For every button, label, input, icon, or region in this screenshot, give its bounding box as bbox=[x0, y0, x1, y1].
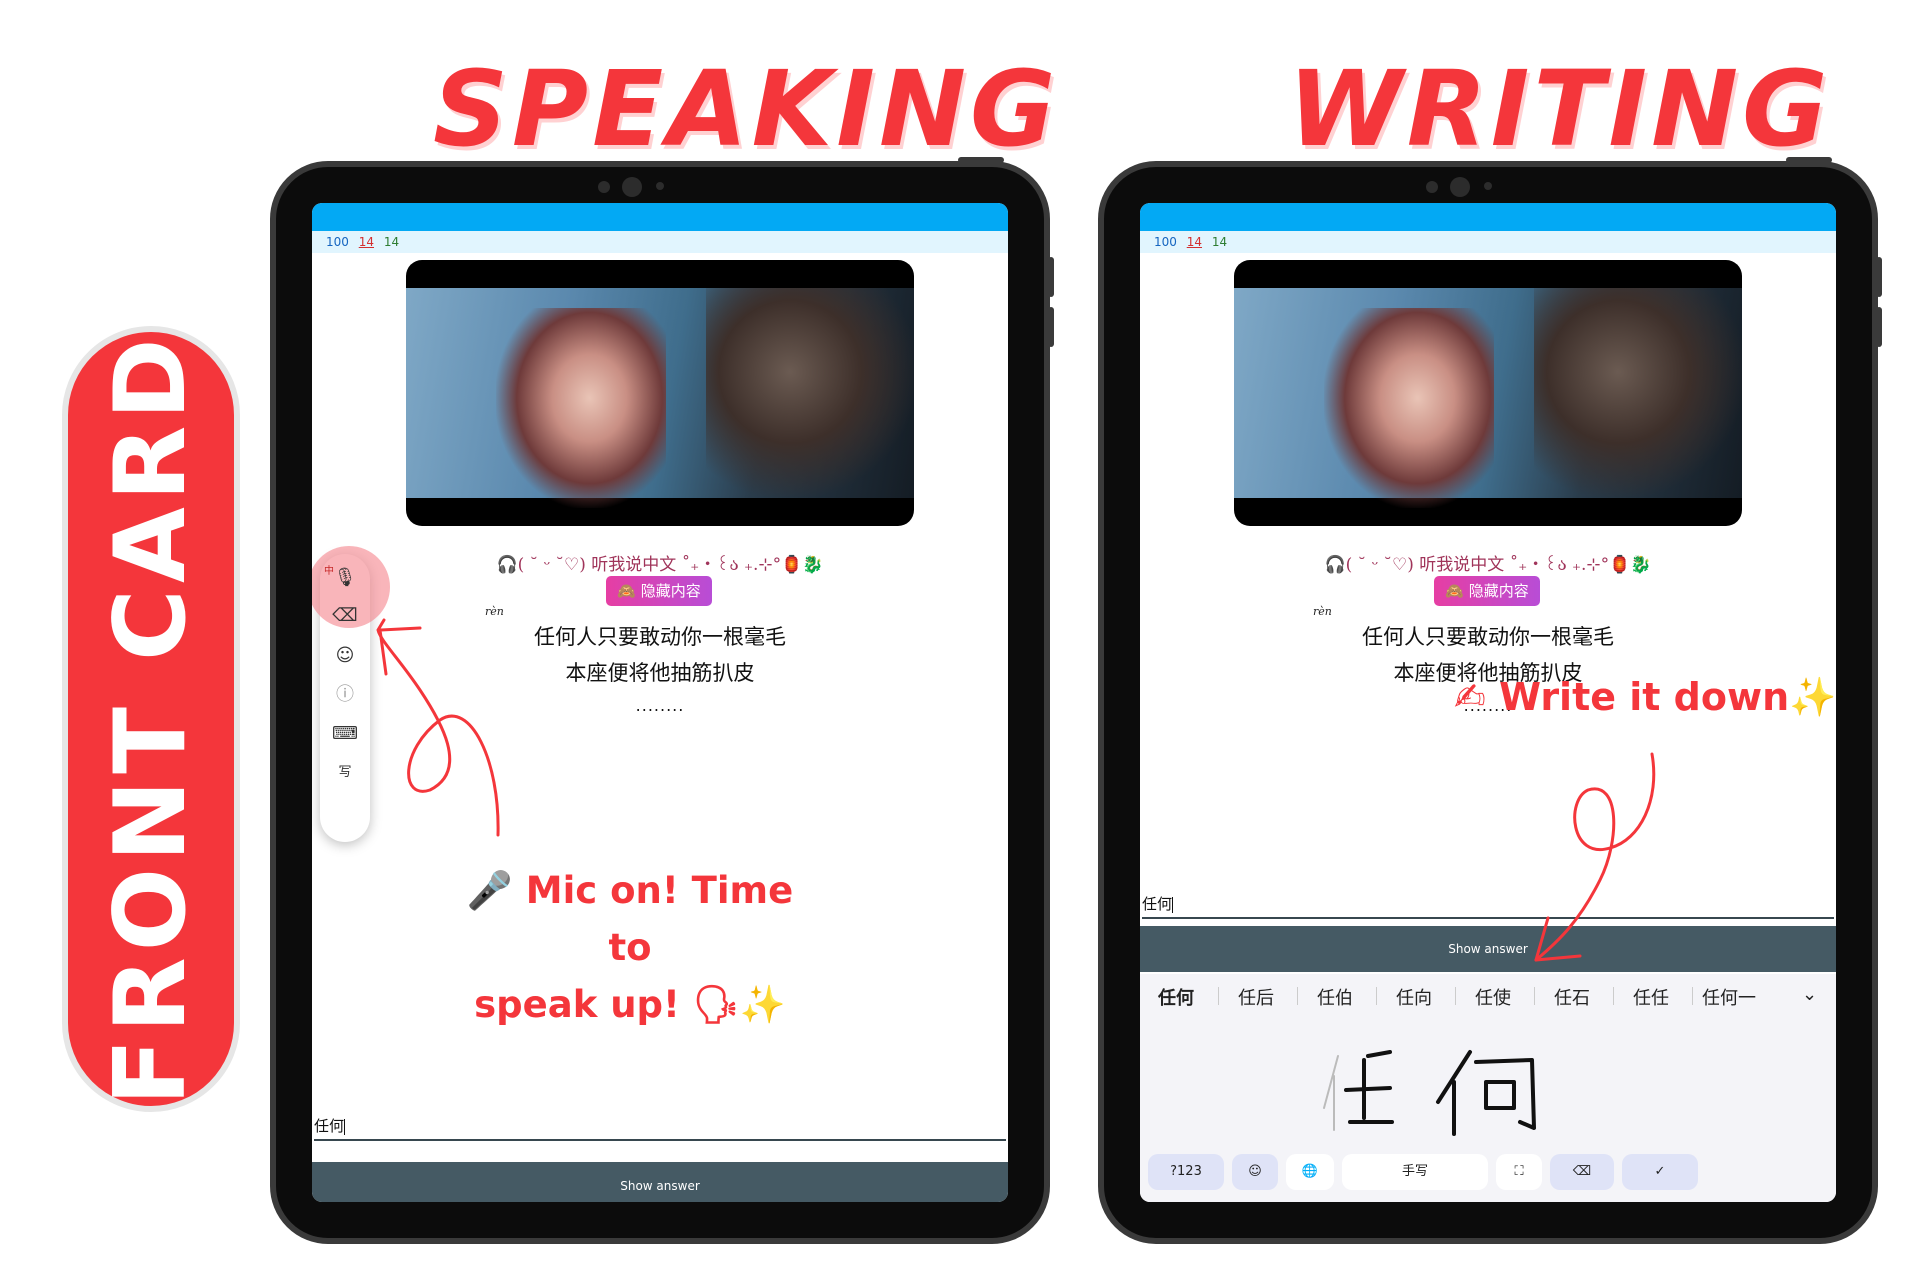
annotation-arrows bbox=[376, 618, 1656, 962]
writing-note: ✍ Write it down✨ bbox=[1454, 675, 1837, 719]
speaking-note-line-1: 🎤 Mic on! Time to bbox=[466, 869, 794, 969]
speaking-note-line-2: speak up! 🗣✨ bbox=[474, 983, 786, 1026]
speaking-note: 🎤 Mic on! Time to speak up! 🗣✨ bbox=[440, 862, 820, 1033]
